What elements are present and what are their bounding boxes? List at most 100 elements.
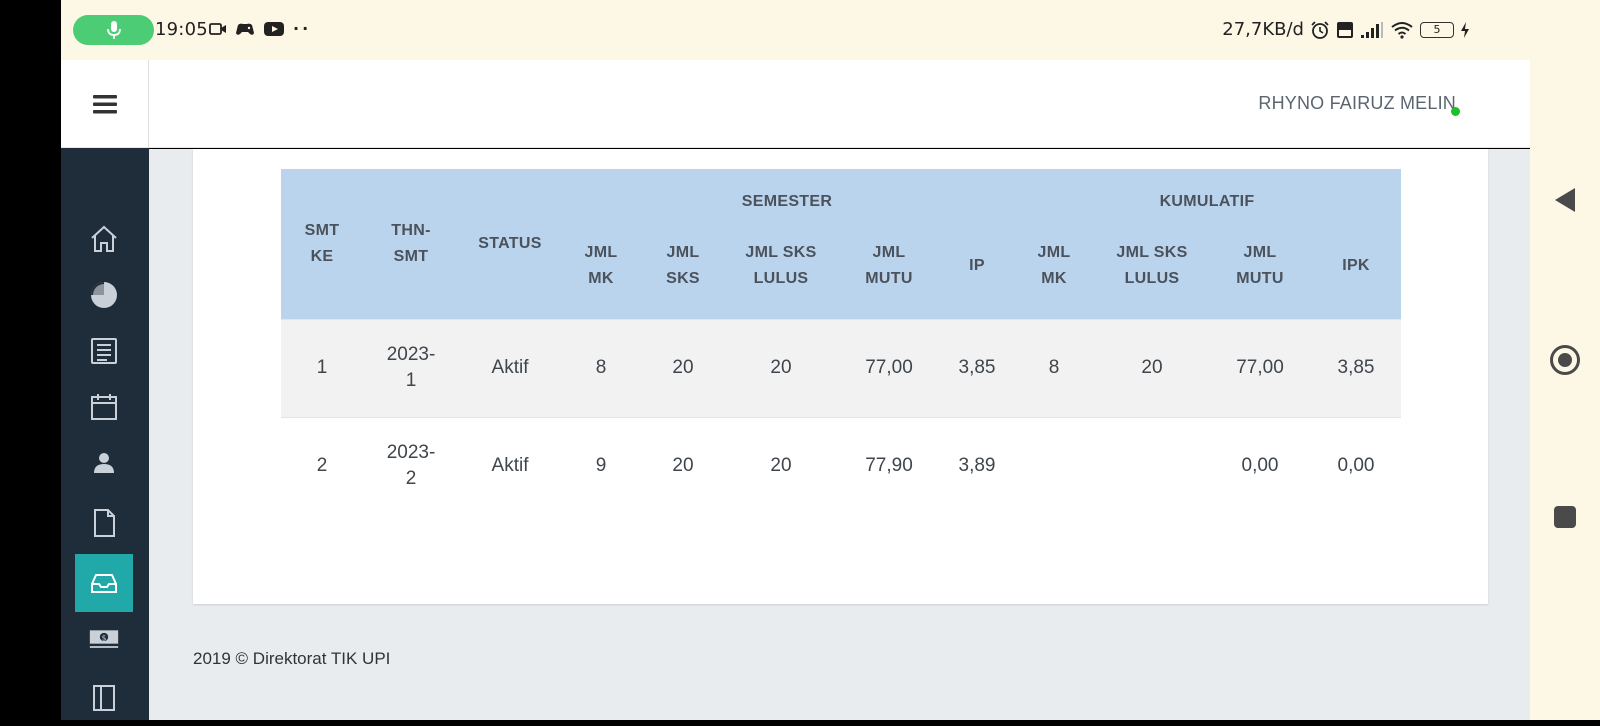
cell-line: 1 xyxy=(405,370,417,391)
cell-kum-jml-mk xyxy=(1013,416,1095,515)
group-header-kumulatif: KUMULATIF xyxy=(1013,169,1401,229)
col-header-line: LULUS xyxy=(1124,269,1180,287)
cell-ipk: 0,00 xyxy=(1311,416,1401,515)
volte-icon xyxy=(1337,21,1353,38)
sidebar-item-inbox[interactable] xyxy=(75,554,133,612)
col-header-line: IP xyxy=(969,256,985,274)
cell-jml-mutu: 77,00 xyxy=(837,318,941,417)
calendar-icon xyxy=(91,394,117,420)
sidebar-item-finance[interactable]: $ xyxy=(75,608,133,666)
col-header-kum-jml-mk: JML MK xyxy=(1013,229,1095,319)
sidebar-item-documents[interactable] xyxy=(75,494,133,552)
more-dots-icon: ·· xyxy=(293,19,312,38)
cell-status: Aktif xyxy=(459,318,561,417)
sidebar-item-library[interactable] xyxy=(75,668,133,726)
col-header-line: JML xyxy=(584,243,618,261)
inbox-icon xyxy=(91,574,117,593)
sidebar-item-schedule[interactable] xyxy=(75,378,133,436)
user-icon xyxy=(94,453,114,473)
table-row: 2 2023- 2 Aktif 9 20 20 77,90 3,89 0,00 0… xyxy=(281,416,1401,515)
col-header-line: STATUS xyxy=(478,234,542,252)
alarm-icon xyxy=(1311,20,1329,39)
col-header-line: THN- xyxy=(391,221,431,239)
cell-jml-mutu: 77,90 xyxy=(837,416,941,515)
wifi-icon xyxy=(1391,21,1413,39)
cell-jml-mk: 8 xyxy=(561,318,641,417)
sidebar-item-profile[interactable] xyxy=(75,434,133,492)
status-time: 19:05 xyxy=(155,19,208,40)
col-header-line: JML xyxy=(1037,243,1071,261)
col-header-line: IPK xyxy=(1342,256,1370,274)
signal-icon xyxy=(1361,21,1383,38)
cell-smt-ke: 1 xyxy=(281,318,363,417)
user-name[interactable]: RHYNO FAIRUZ MELIN xyxy=(1258,93,1456,114)
group-header-semester: SEMESTER xyxy=(561,169,1013,229)
cell-jml-sks: 20 xyxy=(641,318,725,417)
col-header-kum-jml-sks-lulus: JML SKS LULUS xyxy=(1095,229,1209,319)
cell-kum-jml-sks-lulus: 20 xyxy=(1095,318,1209,417)
money-icon: $ xyxy=(89,630,119,648)
cell-jml-mk: 9 xyxy=(561,416,641,515)
cell-jml-sks-lulus: 20 xyxy=(725,416,837,515)
cell-line: 2023- xyxy=(386,442,436,464)
col-header-line: JML xyxy=(666,243,700,261)
status-icons-right: 27,7KB/d 5 xyxy=(1222,19,1470,40)
col-header-ipk: IPK xyxy=(1311,229,1401,319)
col-header-line: LULUS xyxy=(753,269,809,287)
col-header-line: JML xyxy=(872,243,906,261)
sidebar: $ xyxy=(61,148,149,720)
cell-kum-jml-mutu: 77,00 xyxy=(1209,318,1311,417)
col-header-line: MUTU xyxy=(865,269,913,287)
home-button-icon[interactable] xyxy=(1550,345,1580,375)
sidebar-item-home[interactable] xyxy=(75,210,133,268)
cell-line: 2 xyxy=(405,468,417,490)
cell-kum-jml-sks-lulus xyxy=(1095,416,1209,515)
pie-chart-icon xyxy=(91,282,117,308)
col-header-line: JML SKS xyxy=(745,243,817,261)
col-header-line: SMT xyxy=(393,247,429,265)
back-icon[interactable] xyxy=(1555,188,1575,212)
grades-table: SMT KE THN- SMT STATUS SEMESTER KUMULATI… xyxy=(281,169,1401,515)
cell-jml-sks-lulus: 20 xyxy=(725,318,837,417)
col-header-line: JML xyxy=(1243,243,1277,261)
status-icons-left: ·· xyxy=(209,19,311,38)
system-navigation-bar xyxy=(1530,0,1600,720)
col-header-line: MUTU xyxy=(1236,269,1284,287)
cell-thn-smt: 2023- 1 xyxy=(363,318,459,417)
col-header-jml-sks: JML SKS xyxy=(641,229,725,319)
col-header-line: MK xyxy=(1041,269,1067,287)
cell-kum-jml-mutu: 0,00 xyxy=(1209,416,1311,515)
battery-icon: 5 xyxy=(1420,21,1454,38)
mic-icon xyxy=(106,21,121,39)
col-header-jml-mutu: JML MUTU xyxy=(837,229,941,319)
book-icon xyxy=(93,685,115,711)
cell-thn-smt: 2023- 2 xyxy=(363,416,459,515)
col-header-smt-ke: SMT KE xyxy=(281,169,363,319)
menu-toggle-button[interactable] xyxy=(61,60,149,148)
col-header-kum-jml-mutu: JML MUTU xyxy=(1209,229,1311,319)
mic-indicator[interactable] xyxy=(73,15,154,45)
col-header-line: MK xyxy=(588,269,614,287)
home-icon xyxy=(91,225,117,252)
cell-line: 2023- xyxy=(386,344,436,365)
top-header: RHYNO FAIRUZ MELIN xyxy=(61,60,1530,148)
col-header-thn-smt: THN- SMT xyxy=(363,169,459,319)
col-header-status: STATUS xyxy=(459,169,561,319)
cell-smt-ke: 2 xyxy=(281,416,363,515)
recent-apps-icon[interactable] xyxy=(1554,506,1576,528)
online-status-indicator xyxy=(1451,107,1460,116)
col-header-jml-mk: JML MK xyxy=(561,229,641,319)
cell-jml-sks: 20 xyxy=(641,416,725,515)
youtube-icon xyxy=(264,21,284,36)
svg-text:$: $ xyxy=(102,633,107,642)
sidebar-item-news[interactable] xyxy=(75,322,133,380)
game-controller-icon xyxy=(236,23,254,35)
footer-copyright: 2019 © Direktorat TIK UPI xyxy=(193,649,391,668)
main-content: SMT KE THN- SMT STATUS SEMESTER KUMULATI… xyxy=(149,149,1530,720)
cell-ip: 3,89 xyxy=(941,416,1013,515)
cell-ip: 3,85 xyxy=(941,318,1013,417)
sidebar-item-statistics[interactable] xyxy=(75,266,133,324)
cell-kum-jml-mk: 8 xyxy=(1013,318,1095,417)
video-recording-icon xyxy=(209,22,226,35)
table-row: 1 2023- 1 Aktif 8 20 20 77,00 3,85 8 20 7… xyxy=(281,318,1401,417)
